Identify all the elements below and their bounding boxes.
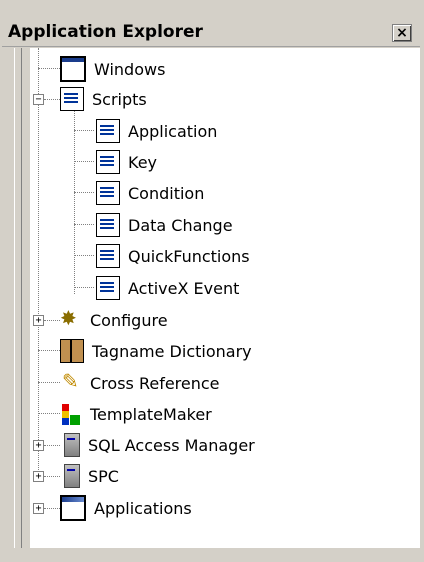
tree-item-label: Tagname Dictionary: [92, 341, 252, 361]
tree-item-tagname-dictionary[interactable]: Tagname Dictionary: [60, 338, 252, 364]
tree-item-configure[interactable]: Configure: [60, 306, 168, 333]
panel-title: Application Explorer: [8, 22, 203, 42]
tree-item-script-application[interactable]: Application: [96, 118, 217, 144]
tree-item-label: Configure: [90, 310, 168, 330]
tree-item-label: Application: [128, 121, 218, 141]
tree-item-label: SPC: [88, 466, 119, 486]
left-gutter: [14, 48, 31, 548]
tree-item-scripts[interactable]: Scripts: [60, 86, 147, 112]
tree-item-label: Data Change: [128, 215, 233, 235]
tree-item-spc[interactable]: SPC: [60, 463, 119, 489]
expand-sql-access-manager-button[interactable]: +: [33, 440, 44, 451]
script-document-icon: [96, 181, 120, 205]
close-button[interactable]: ×: [392, 24, 412, 42]
tree-item-label: ActiveX Event: [128, 278, 240, 298]
window-icon: [60, 56, 86, 82]
dictionary-book-icon: [60, 339, 84, 363]
cross-reference-tag-icon: [60, 369, 82, 394]
gear-icon: [60, 306, 82, 331]
tree-item-label: Windows: [94, 59, 166, 79]
tree-item-label: Scripts: [92, 89, 147, 109]
expand-configure-button[interactable]: +: [33, 315, 44, 326]
script-document-icon: [60, 87, 84, 111]
tree-item-label: Applications: [94, 498, 192, 518]
tree-item-script-activex-event[interactable]: ActiveX Event: [96, 275, 239, 301]
explorer-tree: Windows − Scripts Application Key Condit…: [30, 48, 420, 548]
tree-item-script-key[interactable]: Key: [96, 149, 157, 175]
tree-item-windows[interactable]: Windows: [60, 56, 165, 82]
script-document-icon: [96, 213, 120, 237]
script-document-icon: [96, 244, 120, 268]
tree-item-script-condition[interactable]: Condition: [96, 180, 204, 206]
script-document-icon: [96, 150, 120, 174]
template-maker-icon: [60, 403, 82, 425]
tree-item-sql-access-manager[interactable]: SQL Access Manager: [60, 432, 255, 458]
bottom-edge: [2, 548, 420, 562]
tree-item-script-data-change[interactable]: Data Change: [96, 212, 233, 238]
tree-item-script-quickfunctions[interactable]: QuickFunctions: [96, 243, 250, 269]
collapse-scripts-button[interactable]: −: [33, 94, 44, 105]
tree-item-applications[interactable]: Applications: [60, 495, 192, 521]
tree-item-cross-reference[interactable]: Cross Reference: [60, 369, 220, 396]
tree-item-label: Condition: [128, 183, 205, 203]
tree-item-template-maker[interactable]: TemplateMaker: [60, 401, 212, 427]
tree-item-label: QuickFunctions: [128, 246, 250, 266]
expand-spc-button[interactable]: +: [33, 471, 44, 482]
tree-item-label: SQL Access Manager: [88, 435, 255, 455]
application-explorer-panel: Application Explorer × Windows − Scripts…: [0, 0, 424, 562]
expand-applications-button[interactable]: +: [33, 503, 44, 514]
server-icon: [64, 433, 80, 457]
server-icon: [64, 464, 80, 488]
title-bar: Application Explorer ×: [2, 20, 420, 47]
close-icon: ×: [396, 25, 408, 41]
tree-item-label: Key: [128, 152, 158, 172]
script-document-icon: [96, 276, 120, 300]
tree-item-label: Cross Reference: [90, 373, 220, 393]
application-window-icon: [60, 495, 86, 521]
tree-item-label: TemplateMaker: [90, 404, 212, 424]
script-document-icon: [96, 119, 120, 143]
